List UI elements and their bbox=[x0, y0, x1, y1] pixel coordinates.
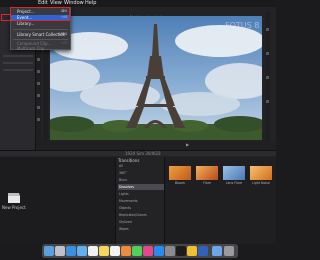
thumbnail-label: Bloom bbox=[174, 181, 186, 185]
transition-category[interactable]: Lights bbox=[118, 191, 164, 197]
itunes-icon[interactable] bbox=[143, 246, 153, 256]
right-toolbar bbox=[265, 12, 270, 152]
menu-help[interactable]: Help bbox=[85, 0, 96, 7]
transition-category[interactable]: All bbox=[118, 163, 164, 169]
tool-button[interactable] bbox=[266, 28, 269, 31]
browser-header: 1920 Sim 30/0GD bbox=[0, 150, 276, 156]
highlight-box bbox=[10, 7, 70, 21]
menu-separator bbox=[13, 29, 68, 30]
mail-icon[interactable] bbox=[77, 246, 87, 256]
highlight-box bbox=[1, 14, 11, 21]
photos-icon[interactable] bbox=[121, 246, 131, 256]
thumbnail-label: Lens Flare bbox=[225, 181, 243, 185]
tool-button[interactable] bbox=[37, 70, 40, 73]
tool-button[interactable] bbox=[266, 76, 269, 79]
sidebar-row[interactable] bbox=[3, 55, 33, 57]
tool-button[interactable] bbox=[37, 58, 40, 61]
tool-button[interactable] bbox=[37, 82, 40, 85]
transition-category[interactable]: Wipes bbox=[118, 226, 164, 232]
browser-title: 1920 Sim 30/0GD bbox=[125, 151, 161, 156]
messages-icon[interactable] bbox=[132, 246, 142, 256]
timeline-area[interactable]: New Project bbox=[0, 157, 115, 244]
motion-icon[interactable] bbox=[187, 246, 197, 256]
play-icon[interactable]: ▶ bbox=[186, 142, 189, 147]
tool-button[interactable] bbox=[266, 52, 269, 55]
transition-thumbnail[interactable] bbox=[169, 166, 191, 180]
preferences-icon[interactable] bbox=[165, 246, 175, 256]
new-project-label[interactable]: New Project bbox=[2, 205, 26, 210]
viewer[interactable]: FOTUS 8 bbox=[50, 16, 262, 140]
menu-edit[interactable]: Edit bbox=[38, 0, 48, 7]
trash-icon[interactable] bbox=[224, 246, 234, 256]
menu-separator bbox=[13, 39, 68, 40]
transition-thumbnail[interactable] bbox=[196, 166, 218, 180]
downloads-icon[interactable] bbox=[212, 246, 222, 256]
dock bbox=[42, 244, 238, 258]
transition-category[interactable]: Objects bbox=[118, 205, 164, 211]
thumbnail-label: Light Noise bbox=[252, 181, 270, 185]
transition-category[interactable]: Stylized bbox=[118, 219, 164, 225]
reminders-icon[interactable] bbox=[110, 246, 120, 256]
transition-thumbnail[interactable] bbox=[223, 166, 245, 180]
finder-icon[interactable] bbox=[44, 246, 54, 256]
finalcut-icon[interactable] bbox=[176, 246, 186, 256]
tool-button[interactable] bbox=[37, 106, 40, 109]
transition-category[interactable]: Replicator/Clones bbox=[118, 212, 164, 218]
menu-item-multicam-clip[interactable]: Multicam Clip... bbox=[11, 46, 70, 51]
safari-icon[interactable] bbox=[66, 246, 76, 256]
sidebar-row[interactable] bbox=[3, 69, 33, 71]
thumbnail-label: Flare bbox=[203, 181, 211, 185]
compressor-icon[interactable] bbox=[198, 246, 208, 256]
viewer-watermark: FOTUS 8 bbox=[225, 21, 260, 30]
appstore-icon[interactable] bbox=[154, 246, 164, 256]
transition-thumbnail[interactable] bbox=[250, 166, 272, 180]
menu-view[interactable]: View bbox=[50, 0, 62, 7]
menu-item-label: Multicam Clip... bbox=[17, 46, 48, 51]
transition-category[interactable]: Blurs bbox=[118, 177, 164, 183]
eiffel-tower-image bbox=[50, 16, 262, 140]
menu-item-smart-collection[interactable]: Library Smart Collection ⌥⌘N bbox=[11, 32, 70, 37]
menu-window[interactable]: Window bbox=[64, 0, 84, 7]
tool-button[interactable] bbox=[37, 94, 40, 97]
clapper-icon[interactable] bbox=[8, 193, 20, 203]
tool-button[interactable] bbox=[266, 100, 269, 103]
shortcut-label: ⌥⌘N bbox=[56, 32, 67, 36]
transition-category-selected[interactable]: Dissolves bbox=[118, 184, 164, 190]
menu-bar: Edit View Window Help bbox=[0, 0, 276, 7]
transitions-browser: Bloom Flare Lens Flare Light Noise bbox=[165, 157, 276, 244]
viewer-controls: ▶ bbox=[36, 141, 276, 150]
calendar-icon[interactable] bbox=[88, 246, 98, 256]
launchpad-icon[interactable] bbox=[55, 246, 65, 256]
transition-category[interactable]: Movements bbox=[118, 198, 164, 204]
menu-item-library[interactable]: Library... bbox=[11, 21, 70, 26]
sidebar-row[interactable] bbox=[3, 62, 33, 64]
transition-category[interactable]: 360° bbox=[118, 170, 164, 176]
transitions-sidebar: Transitions All 360° Blurs Dissolves Lig… bbox=[115, 157, 165, 244]
menu-item-label: Library... bbox=[17, 21, 35, 26]
tool-button[interactable] bbox=[37, 118, 40, 121]
notes-icon[interactable] bbox=[99, 246, 109, 256]
